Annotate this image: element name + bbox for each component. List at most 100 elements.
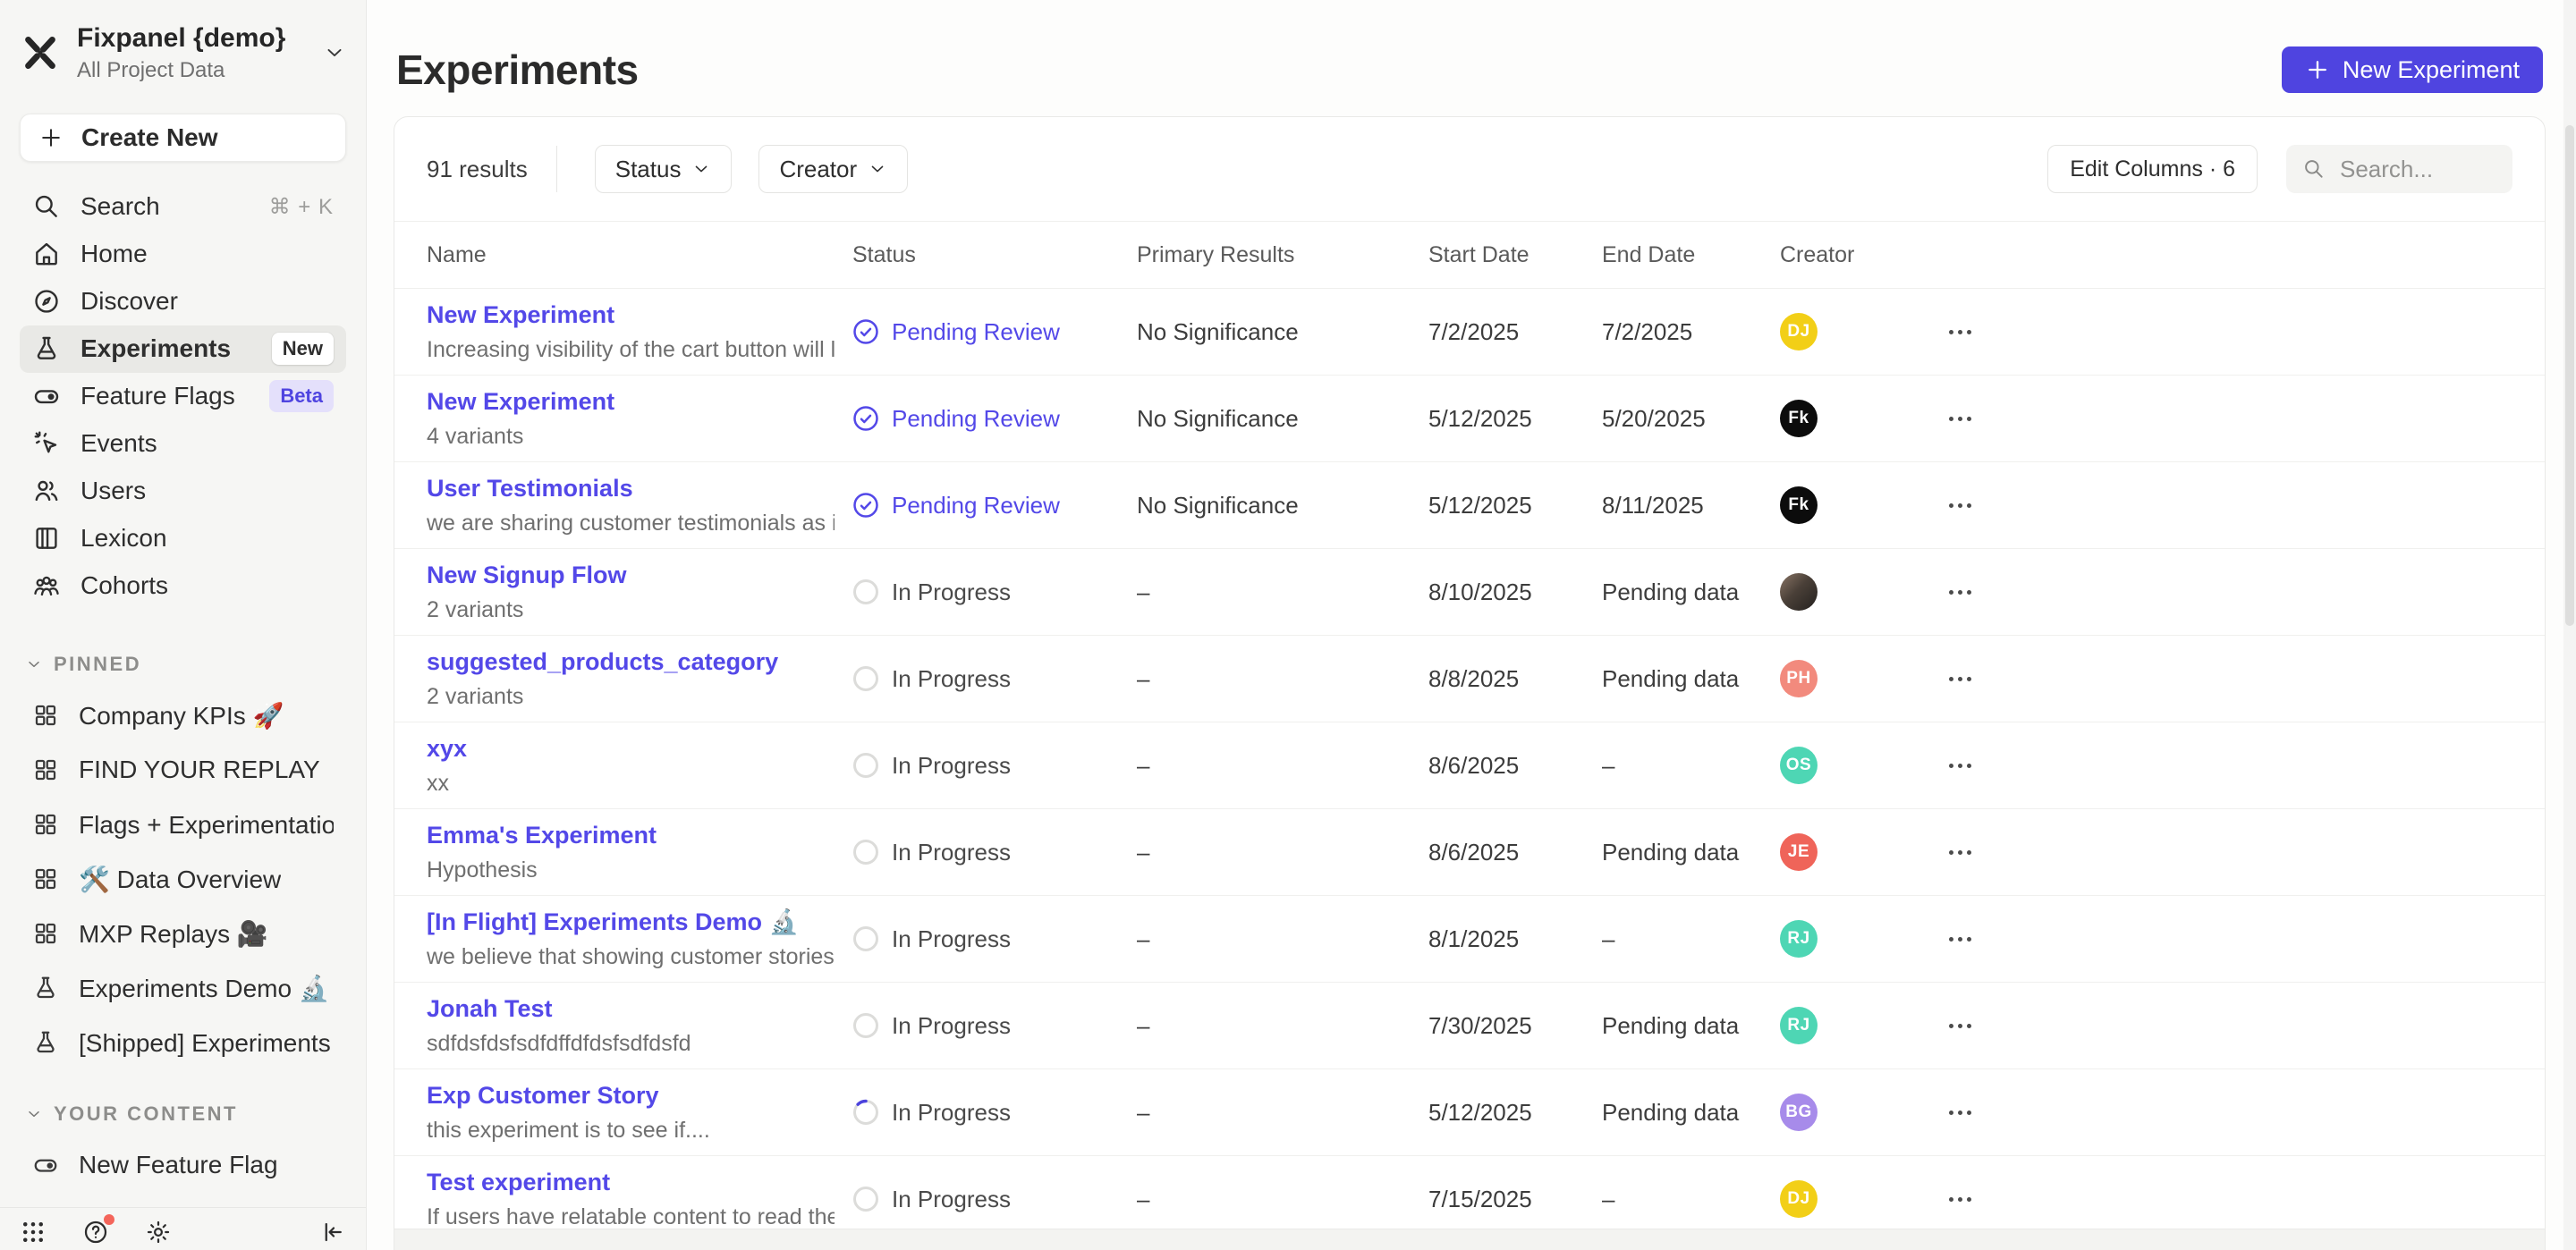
- sidebar-item-label: Lexicon: [80, 524, 167, 553]
- row-menu-button[interactable]: [1944, 928, 1977, 950]
- experiment-link[interactable]: [In Flight] Experiments Demo 🔬: [427, 908, 835, 936]
- sidebar-item-search[interactable]: Search ⌘ + K: [20, 183, 346, 231]
- column-header-status[interactable]: Status: [852, 242, 1137, 268]
- help-icon[interactable]: [82, 1219, 109, 1246]
- experiment-subtitle: 4 variants: [427, 424, 835, 450]
- avatar[interactable]: DJ: [1780, 1180, 1818, 1218]
- workspace-switcher[interactable]: Fixpanel {demo} All Project Data: [20, 23, 346, 83]
- row-menu-button[interactable]: [1944, 408, 1977, 430]
- vertical-scrollbar[interactable]: [2563, 0, 2576, 1250]
- pinned-item-flags-experimentation-demo[interactable]: Flags + Experimentation Demo 🖊️: [20, 798, 346, 852]
- pinned-item-label: Company KPIs 🚀: [79, 701, 284, 731]
- experiment-link[interactable]: suggested_products_category: [427, 648, 835, 676]
- row-menu-button[interactable]: [1944, 494, 1977, 517]
- avatar[interactable]: OS: [1780, 747, 1818, 784]
- experiment-link[interactable]: Exp Customer Story: [427, 1082, 835, 1110]
- creator-filter-button[interactable]: Creator: [758, 145, 908, 193]
- avatar[interactable]: Fk: [1780, 400, 1818, 437]
- cursor-click-icon: [32, 429, 61, 458]
- primary-results-cell: –: [1137, 665, 1428, 693]
- row-menu-button[interactable]: [1944, 841, 1977, 864]
- your-content-section-header[interactable]: YOUR CONTENT: [25, 1102, 346, 1126]
- primary-results-cell: –: [1137, 752, 1428, 780]
- sidebar-item-users[interactable]: Users: [20, 468, 346, 515]
- notification-dot: [102, 1212, 116, 1227]
- row-menu-button[interactable]: [1944, 755, 1977, 777]
- pinned-item-shipped-experiments-demo[interactable]: [Shipped] Experiments Demo 🖊️: [20, 1016, 346, 1070]
- create-new-button[interactable]: Create New: [20, 114, 346, 162]
- experiment-link[interactable]: New Signup Flow: [427, 562, 835, 589]
- avatar[interactable]: [1780, 573, 1818, 611]
- sidebar-item-discover[interactable]: Discover: [20, 278, 346, 325]
- row-menu-button[interactable]: [1944, 321, 1977, 343]
- column-header-start-date[interactable]: Start Date: [1428, 242, 1602, 268]
- sidebar-item-label: Events: [80, 429, 157, 458]
- horizontal-scrollbar-track[interactable]: [394, 1229, 2545, 1250]
- people-group-icon: [32, 571, 61, 600]
- table-header-row: Name Status Primary Results Start Date E…: [394, 222, 2545, 289]
- new-experiment-button[interactable]: New Experiment: [2282, 46, 2543, 93]
- beta-badge: Beta: [269, 380, 334, 412]
- column-header-name[interactable]: Name: [427, 242, 852, 268]
- avatar[interactable]: PH: [1780, 660, 1818, 697]
- home-icon: [32, 240, 61, 268]
- experiment-subtitle: Increasing visibility of the cart button…: [427, 337, 835, 363]
- experiment-link[interactable]: User Testimonials: [427, 475, 835, 503]
- sidebar-item-cohorts[interactable]: Cohorts: [20, 562, 346, 610]
- status-circle-icon: [852, 839, 879, 866]
- table-search[interactable]: [2286, 145, 2512, 193]
- board-icon: [32, 811, 59, 838]
- avatar[interactable]: RJ: [1780, 920, 1818, 958]
- experiment-link[interactable]: Emma's Experiment: [427, 822, 835, 849]
- table-search-input[interactable]: [2338, 155, 2496, 184]
- column-header-end-date[interactable]: End Date: [1602, 242, 1780, 268]
- experiment-link[interactable]: xyx: [427, 735, 835, 763]
- experiment-link[interactable]: Jonah Test: [427, 995, 835, 1023]
- apps-grid-icon[interactable]: [20, 1219, 47, 1246]
- avatar[interactable]: Fk: [1780, 486, 1818, 524]
- row-menu-button[interactable]: [1944, 1188, 1977, 1211]
- main-content: Experiments New Experiment 91 results St…: [367, 0, 2576, 1250]
- avatar[interactable]: JE: [1780, 833, 1818, 871]
- edit-columns-button[interactable]: Edit Columns · 6: [2047, 145, 2258, 193]
- avatar[interactable]: BG: [1780, 1094, 1818, 1131]
- table-row: New Signup Flow 2 variants In Progress –…: [394, 549, 2545, 636]
- avatar[interactable]: DJ: [1780, 313, 1818, 351]
- row-menu-button[interactable]: [1944, 581, 1977, 604]
- pinned-item-mxp-replays[interactable]: MXP Replays 🎥: [20, 907, 346, 961]
- primary-results-cell: –: [1137, 1186, 1428, 1213]
- sidebar-item-experiments[interactable]: Experiments New: [20, 325, 346, 373]
- scrollbar-thumb[interactable]: [2565, 125, 2574, 626]
- sidebar-item-events[interactable]: Events: [20, 420, 346, 468]
- row-menu-button[interactable]: [1944, 668, 1977, 690]
- end-date-cell: Pending data: [1602, 1012, 1780, 1040]
- status-cell: Pending Review: [852, 318, 1137, 346]
- avatar[interactable]: RJ: [1780, 1007, 1818, 1044]
- pinned-item-find-your-replay[interactable]: FIND YOUR REPLAY: [20, 743, 346, 798]
- column-header-creator[interactable]: Creator: [1780, 242, 1944, 268]
- pinned-item-experiments-demo[interactable]: Experiments Demo 🔬: [20, 961, 346, 1016]
- sidebar-item-feature-flags[interactable]: Feature Flags Beta: [20, 373, 346, 420]
- gear-icon[interactable]: [145, 1219, 172, 1246]
- sidebar-item-home[interactable]: Home: [20, 231, 346, 278]
- workspace-name: Fixpanel {demo}: [77, 23, 307, 55]
- end-date-cell: Pending data: [1602, 665, 1780, 693]
- experiment-link[interactable]: New Experiment: [427, 301, 835, 329]
- your-content-section-label: YOUR CONTENT: [54, 1102, 238, 1126]
- pinned-item-company-kpis[interactable]: Company KPIs 🚀: [20, 688, 346, 743]
- experiment-link[interactable]: New Experiment: [427, 388, 835, 416]
- collapse-sidebar-icon[interactable]: [319, 1219, 346, 1246]
- sidebar-item-lexicon[interactable]: Lexicon: [20, 515, 346, 562]
- end-date-cell: 5/20/2025: [1602, 405, 1780, 433]
- status-filter-button[interactable]: Status: [595, 145, 733, 193]
- toggle-icon: [32, 1152, 59, 1178]
- pinned-section-header[interactable]: PINNED: [25, 653, 346, 676]
- column-header-primary-results[interactable]: Primary Results: [1137, 242, 1428, 268]
- status-label: Pending Review: [892, 405, 1060, 433]
- chevron-down-icon[interactable]: [323, 41, 346, 64]
- experiment-link[interactable]: Test experiment: [427, 1169, 835, 1196]
- your-content-item-new-feature-flag[interactable]: New Feature Flag: [20, 1138, 346, 1193]
- pinned-item-data-overview[interactable]: 🛠️ Data Overview: [20, 852, 346, 907]
- row-menu-button[interactable]: [1944, 1102, 1977, 1124]
- row-menu-button[interactable]: [1944, 1015, 1977, 1037]
